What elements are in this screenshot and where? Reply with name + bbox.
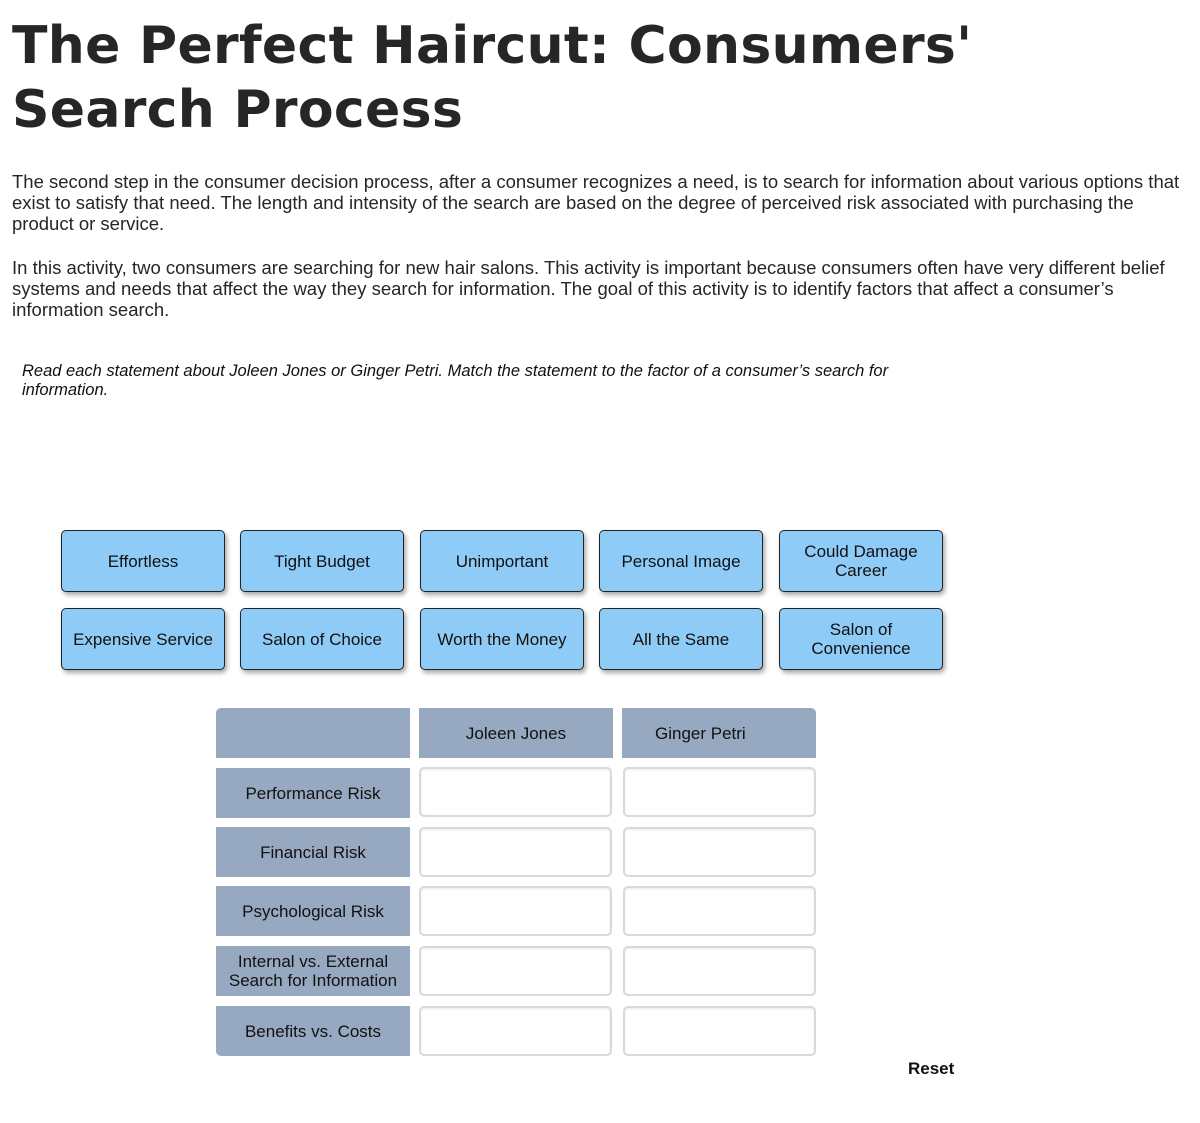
row-label-financial-risk: Financial Risk (216, 827, 410, 877)
row-label-benefits-costs: Benefits vs. Costs (216, 1006, 410, 1056)
intro-paragraph-2: In this activity, two consumers are sear… (12, 257, 1165, 320)
drag-tile[interactable]: Tight Budget (240, 530, 404, 592)
drop-zone-joleen-financial[interactable] (419, 827, 612, 877)
drop-zone-joleen-internal-external[interactable] (419, 946, 612, 996)
drop-zone-joleen-performance[interactable] (419, 767, 612, 817)
drag-tile[interactable]: All the Same (599, 608, 763, 670)
drop-zone-ginger-psychological[interactable] (623, 886, 816, 936)
column-header-joleen: Joleen Jones (419, 708, 613, 758)
instructions: Read each statement about Joleen Jones o… (22, 362, 889, 399)
drag-tile[interactable]: Salon of Convenience (779, 608, 943, 670)
header-corner (216, 708, 410, 758)
row-label-performance-risk: Performance Risk (216, 768, 410, 818)
drop-zone-ginger-internal-external[interactable] (623, 946, 816, 996)
drag-tile[interactable]: Salon of Choice (240, 608, 404, 670)
intro-paragraph-1: The second step in the consumer decision… (12, 171, 1180, 234)
drop-zone-ginger-performance[interactable] (623, 767, 816, 817)
drop-zone-ginger-benefits-costs[interactable] (623, 1006, 816, 1056)
drag-tile[interactable]: Unimportant (420, 530, 584, 592)
drop-zone-ginger-financial[interactable] (623, 827, 816, 877)
drag-tile[interactable]: Effortless (61, 530, 225, 592)
drag-tile[interactable]: Worth the Money (420, 608, 584, 670)
row-label-internal-external: Internal vs. External Search for Informa… (216, 946, 410, 996)
row-label-psychological-risk: Psychological Risk (216, 886, 410, 936)
drop-zone-joleen-psychological[interactable] (419, 886, 612, 936)
drag-tile[interactable]: Expensive Service (61, 608, 225, 670)
drag-tile[interactable]: Could Damage Career (779, 530, 943, 592)
reset-button[interactable]: Reset (908, 1059, 954, 1079)
drag-tile[interactable]: Personal Image (599, 530, 763, 592)
column-header-ginger: Ginger Petri (622, 708, 816, 758)
drop-zone-joleen-benefits-costs[interactable] (419, 1006, 612, 1056)
page-title: The Perfect Haircut: Consumers' Search P… (12, 16, 973, 140)
